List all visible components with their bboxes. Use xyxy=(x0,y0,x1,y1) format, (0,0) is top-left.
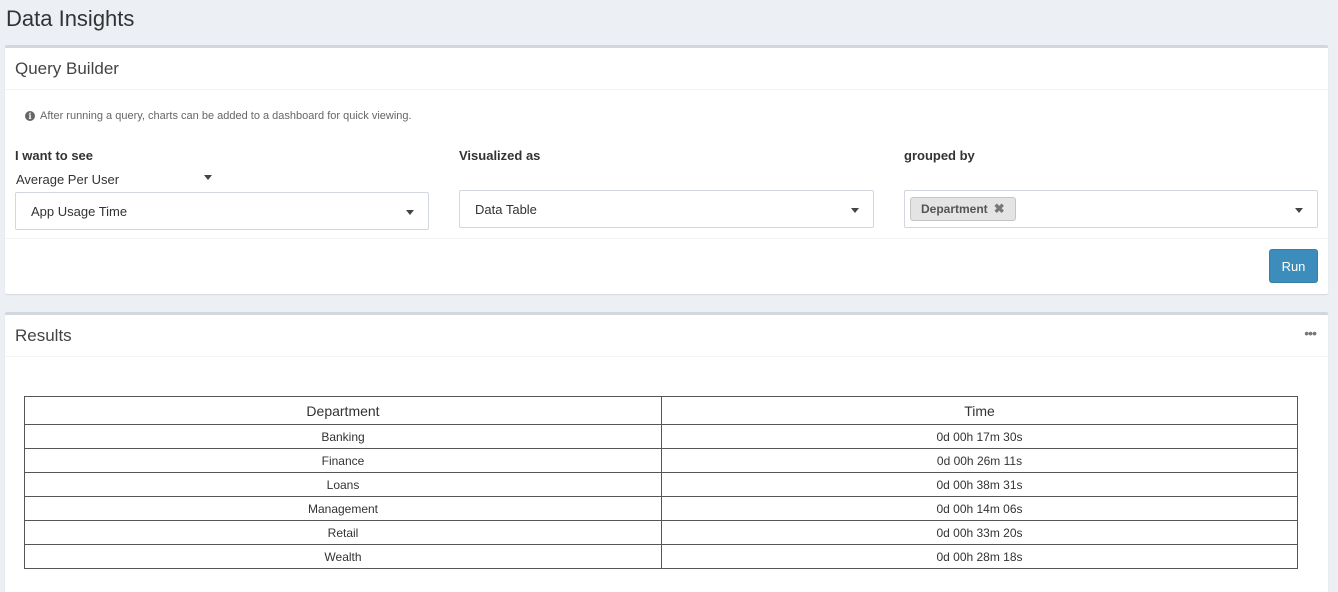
table-row: Banking 0d 00h 17m 30s xyxy=(24,424,1298,449)
metric-select[interactable]: App Usage Time xyxy=(15,192,429,230)
table-row: Loans 0d 00h 38m 31s xyxy=(24,472,1298,497)
results-table: Department Time Banking 0d 00h 17m 30s F… xyxy=(24,396,1298,569)
department-cell: Loans xyxy=(24,472,662,497)
table-row: Finance 0d 00h 26m 11s xyxy=(24,448,1298,473)
department-cell: Banking xyxy=(24,424,662,449)
caret-down-icon xyxy=(851,208,859,213)
table-row: Wealth 0d 00h 28m 18s xyxy=(24,544,1298,569)
caret-down-icon xyxy=(204,175,212,180)
visualization-select[interactable]: Data Table xyxy=(459,190,874,228)
results-panel: Results ••• Department Time Banking 0d 0… xyxy=(5,312,1328,592)
page-title: Data Insights xyxy=(6,6,135,31)
department-cell: Management xyxy=(24,496,662,521)
query-builder-header: Query Builder xyxy=(5,48,1328,90)
department-cell: Wealth xyxy=(24,544,662,569)
department-cell: Finance xyxy=(24,448,662,473)
time-cell: 0d 00h 14m 06s xyxy=(661,496,1298,521)
time-cell: 0d 00h 38m 31s xyxy=(661,472,1298,497)
grouping-label: grouped by xyxy=(904,148,975,163)
ellipsis-icon[interactable]: ••• xyxy=(1304,325,1317,341)
info-circle-icon: i xyxy=(25,111,35,121)
table-row: Retail 0d 00h 33m 20s xyxy=(24,520,1298,545)
metric-label: I want to see xyxy=(15,148,94,163)
grouping-tag-department[interactable]: Department ✖ xyxy=(910,197,1016,221)
grouping-tag-label: Department xyxy=(921,202,988,216)
time-cell: 0d 00h 26m 11s xyxy=(661,448,1298,473)
time-cell: 0d 00h 17m 30s xyxy=(661,424,1298,449)
department-cell: Retail xyxy=(24,520,662,545)
time-cell: 0d 00h 33m 20s xyxy=(661,520,1298,545)
caret-down-icon xyxy=(406,210,414,215)
column-header-time: Time xyxy=(661,396,1298,425)
box-footer-divider xyxy=(5,238,1328,239)
metric-value: App Usage Time xyxy=(31,203,128,219)
query-builder-title: Query Builder xyxy=(15,59,119,78)
run-button[interactable]: Run xyxy=(1269,249,1318,283)
info-message: i After running a query, charts can be a… xyxy=(25,110,412,122)
time-cell: 0d 00h 28m 18s xyxy=(661,544,1298,569)
visualization-value: Data Table xyxy=(475,201,537,217)
grouping-select[interactable]: Department ✖ xyxy=(904,190,1318,228)
table-row: Management 0d 00h 14m 06s xyxy=(24,496,1298,521)
results-header: Results ••• xyxy=(5,315,1328,357)
remove-tag-icon[interactable]: ✖ xyxy=(994,201,1005,217)
visualization-label: Visualized as xyxy=(459,148,541,163)
aggregation-select[interactable]: Average Per User xyxy=(16,170,214,188)
caret-down-icon xyxy=(1295,208,1303,213)
query-builder-panel: Query Builder i After running a query, c… xyxy=(5,45,1328,294)
aggregation-value: Average Per User xyxy=(16,171,120,187)
column-header-department: Department xyxy=(24,396,662,425)
table-header-row: Department Time xyxy=(24,396,1298,425)
info-text: After running a query, charts can be add… xyxy=(40,110,412,122)
results-title: Results xyxy=(15,326,72,345)
